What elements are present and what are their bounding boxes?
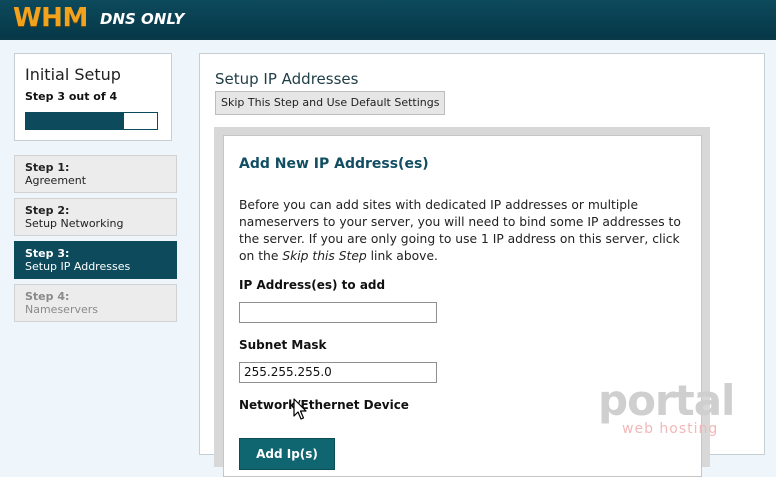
step-number: Step 4: xyxy=(25,290,70,303)
ip-address-input[interactable] xyxy=(239,302,437,323)
dns-only-label: DNS ONLY xyxy=(100,10,185,28)
skip-step-button[interactable]: Skip This Step and Use Default Settings xyxy=(215,91,446,115)
add-ips-button[interactable]: Add Ip(s) xyxy=(239,438,335,470)
skip-step-link[interactable]: Skip this Step xyxy=(282,249,366,263)
progress-bar xyxy=(25,112,158,130)
step-number: Step 2: xyxy=(25,204,70,217)
step-label: Setup Networking xyxy=(25,217,124,230)
top-header: WHM DNS ONLY xyxy=(0,0,776,40)
progress-fill xyxy=(26,113,125,129)
sidebar-step-agreement[interactable]: Step 1: Agreement xyxy=(14,155,177,193)
page-title: Setup IP Addresses xyxy=(215,70,359,88)
step-label: Nameservers xyxy=(25,303,99,316)
whm-logo: WHM xyxy=(13,3,88,33)
setup-title: Initial Setup xyxy=(25,65,121,84)
portal-watermark: portal web hosting xyxy=(598,378,748,448)
form-description: Before you can add sites with dedicated … xyxy=(239,197,689,265)
step-number: Step 3: xyxy=(25,247,70,260)
ip-address-label: IP Address(es) to add xyxy=(239,278,386,292)
setup-progress-box: Initial Setup Step 3 out of 4 xyxy=(14,53,172,141)
watermark-brand: portal xyxy=(598,376,735,425)
network-device-label: Network/Ethernet Device xyxy=(239,398,409,412)
subnet-mask-label: Subnet Mask xyxy=(239,338,327,352)
step-label: Agreement xyxy=(25,174,87,187)
sidebar-step-setup-networking[interactable]: Step 2: Setup Networking xyxy=(14,198,177,236)
watermark-tagline: web hosting xyxy=(622,421,719,437)
step-counter: Step 3 out of 4 xyxy=(25,90,118,103)
mouse-cursor-icon xyxy=(293,398,307,420)
form-title: Add New IP Address(es) xyxy=(239,156,429,172)
step-number: Step 1: xyxy=(25,161,70,174)
sidebar-step-nameservers: Step 4: Nameservers xyxy=(14,284,177,322)
description-text-end: link above. xyxy=(366,249,438,263)
subnet-mask-input[interactable] xyxy=(239,362,437,383)
step-label: Setup IP Addresses xyxy=(25,260,131,273)
sidebar-step-setup-ip-addresses[interactable]: Step 3: Setup IP Addresses xyxy=(14,241,177,279)
